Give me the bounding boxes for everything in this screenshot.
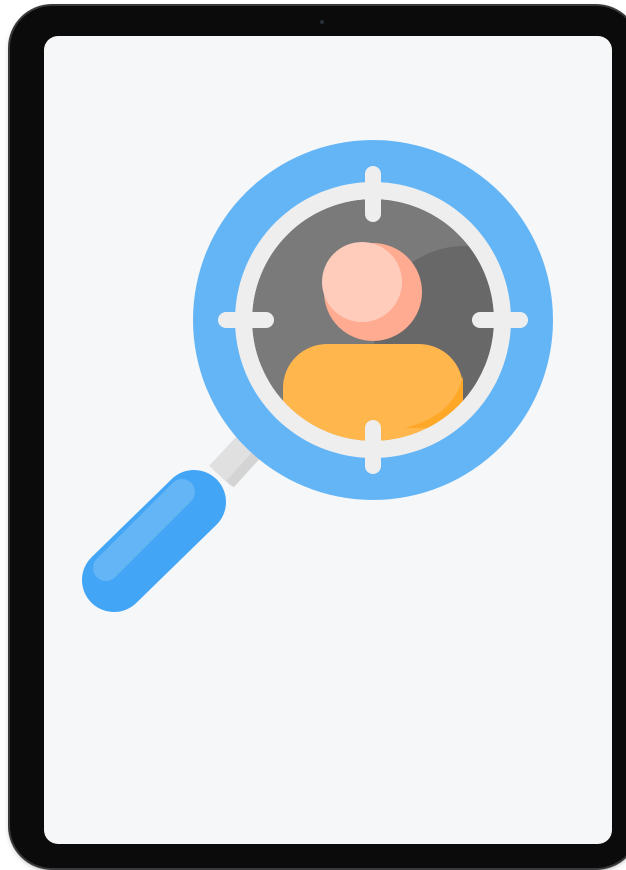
person-head-highlight [322, 242, 402, 322]
front-camera [320, 20, 324, 24]
person-search-illustration [82, 140, 553, 612]
magnifying-glass-icon [82, 140, 553, 612]
tablet-frame [10, 6, 626, 868]
tablet-screen [44, 36, 612, 844]
